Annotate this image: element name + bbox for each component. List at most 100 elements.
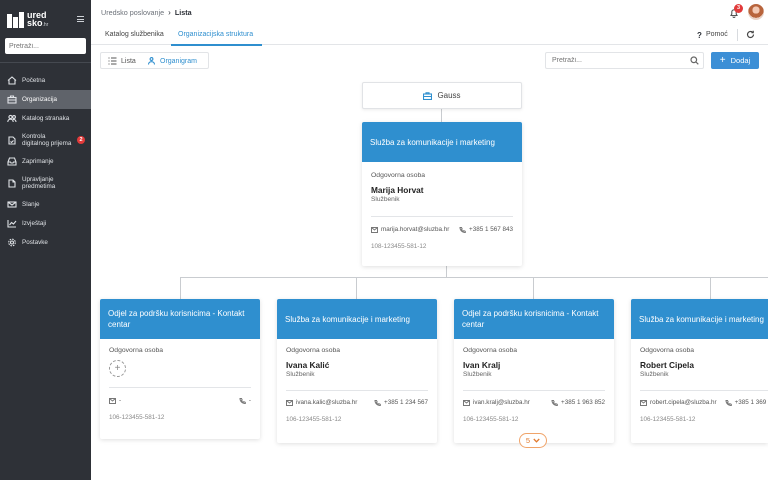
mail-icon (463, 399, 470, 406)
sidebar-item-postavke[interactable]: Postavke (0, 233, 91, 252)
sidebar-item-izvjestaji[interactable]: Izvještaji (0, 214, 91, 233)
view-list-button[interactable]: Lista (108, 57, 136, 65)
help-link[interactable]: Pomoć (706, 31, 728, 38)
inbox-icon (6, 157, 17, 166)
app-logo[interactable]: ured sko.hr (7, 11, 48, 29)
search-input[interactable] (545, 52, 704, 69)
add-button-label: Dodaj (730, 56, 751, 65)
sidebar-item-organizacija[interactable]: Organizacija (0, 90, 91, 109)
users-icon (6, 114, 17, 123)
add-person-icon[interactable]: + (109, 360, 126, 377)
unit-code: 106-123455-581-12 (286, 416, 342, 423)
person-email[interactable]: ivana.kalic@sluzba.hr (296, 399, 357, 406)
person-phone[interactable]: +385 1 963 852 (561, 399, 605, 406)
sidebar-item-pocetna[interactable]: Početna (0, 71, 91, 90)
add-button[interactable]: + Dodaj (711, 52, 759, 69)
plus-icon: + (719, 54, 726, 66)
tab-bar: Katalog službenika Organizacijska strukt… (91, 25, 768, 46)
contact-row: marija.horvat@sluzba.hr +385 1 567 843 (371, 226, 513, 233)
person-position: Službenik (463, 371, 492, 378)
person-email[interactable]: robert.cipela@sluzba.hr (650, 399, 717, 406)
header-divider (737, 29, 738, 41)
org-unit-card[interactable]: Odjel za podršku korisnicima - Kontakt c… (454, 299, 614, 443)
view-list-label: Lista (121, 57, 136, 65)
org-unit-title: Odjel za podršku korisnicima - Kontakt c… (100, 299, 260, 339)
tab-katalog-sluzbenika[interactable]: Katalog službenika (105, 31, 164, 38)
mail-icon (640, 399, 647, 406)
sidebar-item-katalog-stranaka[interactable]: Katalog stranaka (0, 109, 91, 128)
person-phone[interactable]: +385 1 234 567 (384, 399, 428, 406)
sidebar-item-label: Upravljanje predmetima (22, 176, 56, 190)
user-avatar[interactable] (748, 4, 764, 20)
contact-row: - - (109, 397, 251, 404)
org-unit-title: Služba za komunikacije i marketing (277, 299, 437, 339)
person-email[interactable]: ivan.kralj@sluzba.hr (473, 399, 530, 406)
mail-icon (371, 226, 378, 233)
search-icon[interactable] (690, 56, 699, 65)
sidebar-item-slanje[interactable]: Slanje (0, 195, 91, 214)
person-email[interactable]: marija.horvat@sluzba.hr (381, 226, 449, 233)
phone-icon (459, 226, 466, 233)
org-unit-card[interactable]: Služba za komunikacije i marketing Odgov… (277, 299, 437, 443)
sidebar-search-input[interactable] (5, 38, 86, 54)
tab-organizacijska-struktura[interactable]: Organizacijska struktura (178, 31, 253, 38)
person-position: Službenik (640, 371, 669, 378)
org-root-label: Gauss (437, 91, 461, 100)
help-icon[interactable]: ? (697, 31, 702, 40)
card-divider (640, 390, 768, 391)
view-orgchart-button[interactable]: Organigram (147, 57, 197, 65)
org-unit-title: Služba za komunikacije i marketing (631, 299, 768, 339)
card-divider (463, 390, 605, 391)
briefcase-icon (423, 91, 433, 100)
responsible-person-label: Odgovorna osoba (640, 347, 695, 354)
phone-icon (551, 399, 558, 406)
responsible-person-label: Odgovorna osoba (109, 347, 164, 354)
view-orgchart-label: Organigram (160, 57, 197, 65)
briefcase-icon (6, 95, 17, 104)
person-phone[interactable]: +385 1 567 843 (469, 226, 513, 233)
person-name: Ivan Kralj (463, 360, 501, 370)
sidebar-nav: Početna Organizacija Katalog stranaka Ko… (0, 71, 91, 252)
file-icon (6, 178, 17, 188)
responsible-person-label: Odgovorna osoba (463, 347, 518, 354)
unit-code: 106-123455-581-12 (463, 416, 519, 423)
sidebar-item-label: Slanje (22, 201, 40, 208)
phone-icon (239, 397, 246, 404)
chevron-down-icon (533, 438, 540, 443)
connector-line (180, 277, 768, 278)
notification-badge: 2 (77, 136, 85, 144)
unit-code: 106-123455-581-12 (109, 414, 165, 421)
contact-row: robert.cipela@sluzba.hr +385 1 369 (640, 399, 766, 406)
breadcrumb-current: Lista (174, 8, 192, 17)
menu-toggle-icon[interactable] (77, 16, 84, 22)
org-unit-title: Odjel za podršku korisnicima - Kontakt c… (454, 299, 614, 339)
more-count: 5 (525, 436, 531, 445)
gear-icon (6, 238, 17, 247)
sidebar-item-label: Organizacija (22, 96, 57, 103)
person-name: Robert Cipela (640, 360, 694, 370)
sidebar-item-zaprimanje[interactable]: Zaprimanje (0, 152, 91, 171)
card-divider (109, 387, 251, 388)
person-phone[interactable]: +385 1 369 (735, 399, 767, 406)
connector-line (710, 277, 711, 299)
breadcrumb-parent[interactable]: Uredsko poslovanje (101, 8, 164, 17)
org-unit-card[interactable]: Odjel za podršku korisnicima - Kontakt c… (100, 299, 260, 439)
refresh-icon[interactable] (746, 30, 755, 39)
person-position: Službenik (286, 371, 315, 378)
org-unit-card-main[interactable]: Služba za komunikacije i marketing Odgov… (362, 122, 522, 266)
connector-line (356, 277, 357, 299)
home-icon (6, 76, 17, 85)
sidebar-item-upravljanje-predmetima[interactable]: Upravljanje predmetima (0, 171, 91, 195)
active-tab-indicator (171, 44, 262, 46)
mail-icon (286, 399, 293, 406)
sidebar-item-label: Postavke (22, 239, 48, 246)
org-unit-card[interactable]: Služba za komunikacije i marketing Odgov… (631, 299, 768, 443)
sidebar-item-kontrola-digitalnog-prijema[interactable]: Kontrola digitalnog prijema 2 (0, 128, 91, 152)
card-divider (371, 216, 513, 217)
connector-line (441, 109, 442, 122)
sidebar-item-label: Zaprimanje (22, 158, 54, 165)
org-root-node[interactable]: Gauss (362, 82, 522, 109)
org-unit-title: Služba za komunikacije i marketing (362, 122, 522, 162)
expand-more-button[interactable]: 5 (519, 433, 547, 448)
unit-code: 106-123455-581-12 (640, 416, 696, 423)
